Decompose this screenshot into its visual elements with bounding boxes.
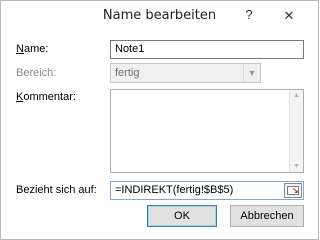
name-input[interactable]: Note1 [110,40,304,59]
help-button[interactable]: ? [241,6,257,24]
comment-label: Kommentar: [16,91,76,103]
comment-label-text: ommentar: [23,91,76,103]
refers-to-input[interactable]: =INDIREKT(fertig!$B$5) ↘ [110,181,304,200]
comment-textarea[interactable]: ▲ ▼ [110,89,304,173]
chevron-down-icon: ▼ [243,64,260,82]
name-label-hotkey: N [16,43,24,55]
title-bar: Name bearbeiten ? ✕ [1,1,318,31]
scope-label: Bereich: [16,67,57,79]
edit-name-dialog: Name bearbeiten ? ✕ Name: Note1 Bereich:… [0,0,319,240]
range-picker-icon[interactable]: ↘ [284,183,302,198]
close-icon: ✕ [283,8,295,23]
name-label: Name: [16,43,48,55]
name-label-text: ame: [23,43,49,55]
close-button[interactable]: ✕ [267,6,311,26]
scope-value: fertig [115,67,140,79]
comment-scrollbar[interactable]: ▲ ▼ [289,90,303,172]
refers-to-label: Bezieht sich auf: [16,184,97,196]
scroll-down-icon[interactable]: ▼ [290,163,303,170]
scope-dropdown: fertig ▼ [110,63,261,83]
scroll-up-icon[interactable]: ▲ [290,92,303,99]
ok-button[interactable]: OK [147,205,217,227]
collapse-arrow-icon: ↘ [292,186,299,195]
refers-to-value: =INDIREKT(fertig!$B$5) [115,184,234,196]
cancel-button[interactable]: Abbrechen [230,205,304,227]
